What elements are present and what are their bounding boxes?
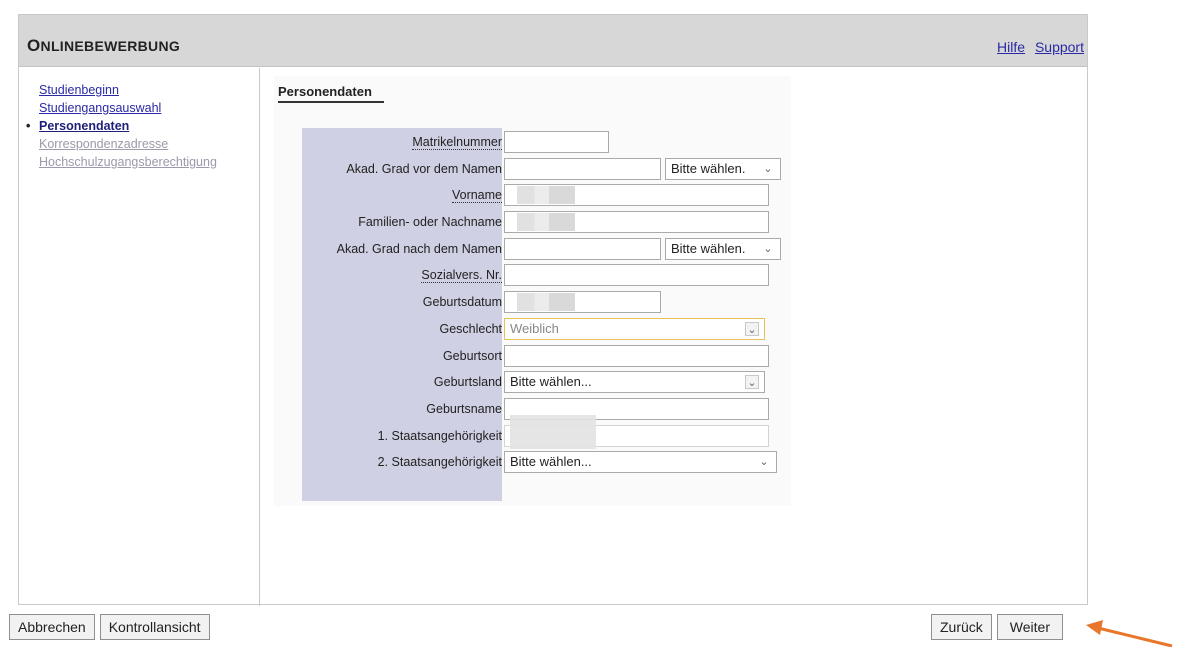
tab-personendaten[interactable]: Personendaten	[278, 84, 384, 103]
grad-nach-input[interactable]	[504, 237, 661, 260]
row-grad-nach: Akad. Grad nach dem Namen Bitte wählen. …	[302, 235, 781, 262]
help-link[interactable]: Hilfe	[997, 39, 1025, 55]
label-geburtsort: Geburtsort	[442, 348, 502, 363]
sozialvers-input[interactable]	[504, 264, 769, 287]
support-link[interactable]: Support	[1035, 39, 1084, 55]
label-geburtsdatum: Geburtsdatum	[422, 295, 502, 310]
nav-item-personendaten[interactable]: • Personendaten	[19, 117, 259, 135]
label-nachname: Familien- oder Nachname	[358, 215, 502, 230]
row-nachname: Familien- oder Nachname	[302, 208, 778, 235]
personal-data-form: Matrikelnummer Akad. Grad vor dem Namen …	[302, 128, 781, 501]
label-geschlecht: Geschlecht	[439, 321, 502, 336]
row-geburtsdatum: Geburtsdatum	[302, 288, 778, 315]
nav-item-hochschulzugangsberechtigung: Hochschulzugangsberechtigung	[39, 155, 217, 169]
geburtsland-select[interactable]: Bitte wählen... ⌄	[504, 371, 765, 394]
footer-right-buttons: Zurück Weiter	[931, 614, 1063, 640]
chevron-down-icon: ⌄	[763, 162, 773, 175]
label-matrikelnummer: Matrikelnummer	[412, 135, 502, 150]
row-grad-vor: Akad. Grad vor dem Namen Bitte wählen. ⌄	[302, 155, 781, 182]
app-title: Onlinebewerbung	[27, 36, 181, 55]
grad-vor-select[interactable]: Bitte wählen. ⌄	[665, 157, 781, 180]
arrow-head	[1086, 620, 1103, 635]
row-geschlecht: Geschlecht Weiblich ⌄	[302, 315, 778, 342]
staat2-select[interactable]: Bitte wählen... ⌄	[504, 451, 777, 474]
nav-item-studiengangsauswahl[interactable]: Studiengangsauswahl	[19, 99, 259, 117]
nav-item-korrespondenzadresse: Korrespondenzadresse	[39, 137, 169, 151]
row-staat1: 1. Staatsangehörigkeit	[302, 414, 778, 449]
arrow-shaft	[1097, 626, 1173, 647]
row-geburtsland: Geburtsland Bitte wählen... ⌄	[302, 368, 778, 395]
nachname-input[interactable]	[504, 211, 769, 234]
label-sozialvers: Sozialvers. Nr.	[421, 268, 502, 284]
chevron-down-icon: ⌄	[763, 242, 773, 255]
form-card: Personendaten Matrikelnummer Akad. Grad …	[274, 76, 791, 506]
row-matrikelnummer: Matrikelnummer	[302, 128, 778, 155]
chevron-down-icon: ⌄	[745, 375, 759, 390]
back-button[interactable]: Zurück	[931, 614, 992, 640]
control-view-button[interactable]: Kontrollansicht	[99, 614, 210, 640]
label-vorname: Vorname	[451, 188, 502, 204]
grad-nach-select[interactable]: Bitte wählen. ⌄	[665, 237, 781, 260]
redacted-overlay	[510, 414, 596, 449]
label-staat2: 2. Staatsangehörigkeit	[377, 455, 502, 470]
content-area: Personendaten Matrikelnummer Akad. Grad …	[259, 68, 1089, 606]
label-grad-vor: Akad. Grad vor dem Namen	[346, 161, 502, 176]
footer-left-buttons: Abbrechen Kontrollansicht	[9, 614, 210, 640]
next-button[interactable]: Weiter	[996, 614, 1063, 640]
geburtsdatum-input[interactable]	[504, 291, 661, 314]
geschlecht-select[interactable]: Weiblich ⌄	[504, 317, 765, 340]
row-vorname: Vorname	[302, 181, 778, 208]
top-links: Hilfe Support	[991, 39, 1084, 55]
grad-vor-input[interactable]	[504, 157, 661, 180]
sidebar-nav: Studienbeginn Studiengangsauswahl • Perso…	[19, 81, 259, 171]
cancel-button[interactable]: Abbrechen	[9, 614, 95, 640]
chevron-down-icon: ⌄	[745, 321, 759, 336]
arrow-pointer-icon	[1086, 620, 1173, 647]
label-geburtsland: Geburtsland	[433, 375, 502, 390]
matrikelnummer-input[interactable]	[504, 131, 609, 153]
row-staat2: 2. Staatsangehörigkeit Bitte wählen... ⌄	[302, 448, 778, 475]
label-staat1: 1. Staatsangehörigkeit	[377, 428, 502, 443]
row-geburtsort: Geburtsort	[302, 342, 778, 369]
row-sozialvers: Sozialvers. Nr.	[302, 261, 778, 288]
label-grad-nach: Akad. Grad nach dem Namen	[336, 241, 502, 256]
title-bar: Onlinebewerbung Hilfe Support	[19, 15, 1087, 67]
label-geburtsname: Geburtsname	[426, 401, 502, 416]
current-step-bullet: •	[26, 119, 31, 133]
nav-item-studienbeginn[interactable]: Studienbeginn	[19, 81, 259, 99]
geburtsort-input[interactable]	[504, 344, 769, 367]
application-frame: Onlinebewerbung Hilfe Support Studienbeg…	[18, 14, 1089, 606]
vorname-input[interactable]	[504, 184, 769, 207]
chevron-down-icon: ⌄	[759, 456, 769, 469]
